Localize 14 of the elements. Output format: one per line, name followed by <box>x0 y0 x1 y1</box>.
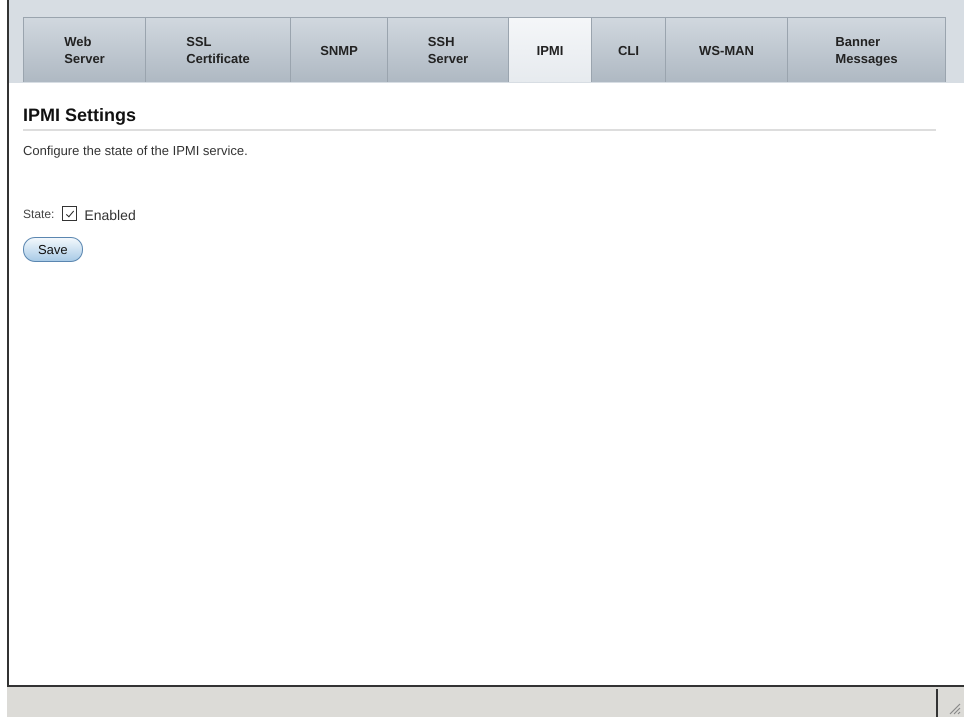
tab[interactable]: SSH Server <box>387 17 508 82</box>
enabled-label: Enabled <box>84 207 136 223</box>
tab[interactable]: Banner Messages <box>787 17 946 82</box>
save-button[interactable]: Save <box>23 237 83 262</box>
tab[interactable]: IPMI <box>508 17 591 82</box>
description: Configure the state of the IPMI service. <box>23 143 249 158</box>
tab[interactable]: SSL Certificate <box>145 17 290 82</box>
state-label: State: <box>23 206 54 220</box>
enabled-checkbox[interactable] <box>62 206 78 221</box>
tab[interactable]: Web Server <box>23 17 145 82</box>
section-title: IPMI Settings <box>23 105 936 131</box>
tab[interactable]: WS-MAN <box>665 17 787 82</box>
tab[interactable]: SNMP <box>290 17 387 82</box>
tab[interactable]: CLI <box>591 17 665 82</box>
